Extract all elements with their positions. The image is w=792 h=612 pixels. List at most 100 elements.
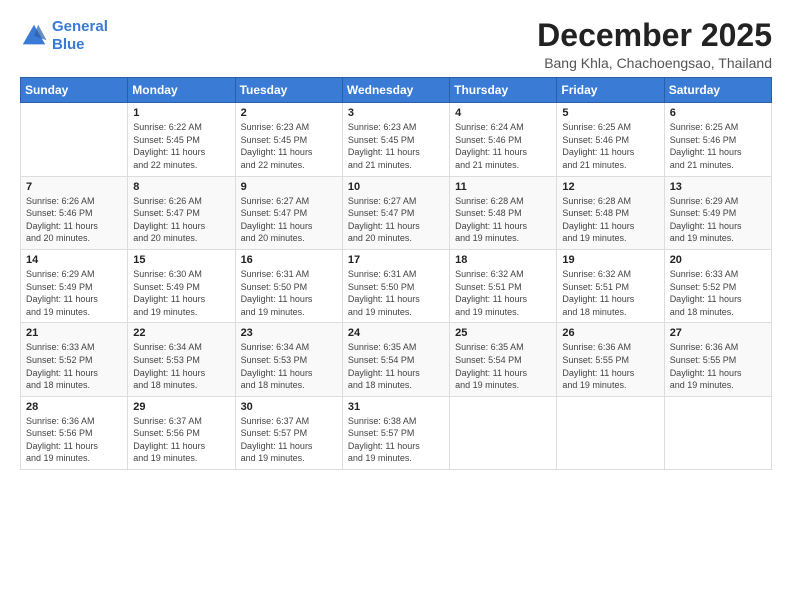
day-number: 9: [241, 181, 337, 193]
calendar-cell: 5Sunrise: 6:25 AM Sunset: 5:46 PM Daylig…: [557, 103, 664, 176]
calendar-cell: 26 Sunrise: 6:36 AM Sunset: 5:55 PM Dayli…: [557, 323, 664, 396]
calendar-cell: 18 Sunrise: 6:32 AM Sunset: 5:51 PM Dayli…: [450, 249, 557, 322]
calendar-cell: 11 Sunrise: 6:28 AM Sunset: 5:48 PM Dayli…: [450, 176, 557, 249]
day-number: 2: [241, 107, 337, 119]
day-info: Sunrise: 6:33 AM Sunset: 5:52 PM Dayligh…: [670, 268, 766, 318]
day-info: Sunrise: 6:36 AM Sunset: 5:55 PM Dayligh…: [670, 341, 766, 391]
day-info: Sunrise: 6:23 AM Sunset: 5:45 PM Dayligh…: [241, 121, 337, 171]
day-number: 20: [670, 254, 766, 266]
calendar-cell: 14Sunrise: 6:29 AM Sunset: 5:49 PM Dayli…: [21, 249, 128, 322]
calendar-cell: [450, 396, 557, 469]
calendar-cell: 29 Sunrise: 6:37 AM Sunset: 5:56 PM Dayli…: [128, 396, 235, 469]
logo-line1: General: [52, 18, 108, 35]
logo-text: General Blue: [52, 18, 108, 54]
calendar: Sunday Monday Tuesday Wednesday Thursday…: [20, 77, 772, 470]
col-sunday: Sunday: [21, 78, 128, 103]
day-number: 22: [133, 327, 229, 339]
day-info: Sunrise: 6:29 AM Sunset: 5:49 PM Dayligh…: [670, 195, 766, 245]
logo-icon: [20, 22, 48, 50]
calendar-week-3: 14Sunrise: 6:29 AM Sunset: 5:49 PM Dayli…: [21, 249, 772, 322]
day-number: 27: [670, 327, 766, 339]
calendar-cell: 2 Sunrise: 6:23 AM Sunset: 5:45 PM Daylig…: [235, 103, 342, 176]
day-number: 29: [133, 401, 229, 413]
day-number: 10: [348, 181, 444, 193]
calendar-cell: 13 Sunrise: 6:29 AM Sunset: 5:49 PM Dayli…: [664, 176, 771, 249]
col-thursday: Thursday: [450, 78, 557, 103]
day-info: Sunrise: 6:30 AM Sunset: 5:49 PM Dayligh…: [133, 268, 229, 318]
day-info: Sunrise: 6:32 AM Sunset: 5:51 PM Dayligh…: [562, 268, 658, 318]
calendar-cell: 12Sunrise: 6:28 AM Sunset: 5:48 PM Dayli…: [557, 176, 664, 249]
calendar-cell: 20 Sunrise: 6:33 AM Sunset: 5:52 PM Dayli…: [664, 249, 771, 322]
calendar-cell: 9Sunrise: 6:27 AM Sunset: 5:47 PM Daylig…: [235, 176, 342, 249]
day-info: Sunrise: 6:31 AM Sunset: 5:50 PM Dayligh…: [348, 268, 444, 318]
day-number: 15: [133, 254, 229, 266]
day-info: Sunrise: 6:32 AM Sunset: 5:51 PM Dayligh…: [455, 268, 551, 318]
col-monday: Monday: [128, 78, 235, 103]
day-number: 11: [455, 181, 551, 193]
day-number: 26: [562, 327, 658, 339]
day-number: 3: [348, 107, 444, 119]
day-info: Sunrise: 6:25 AM Sunset: 5:46 PM Dayligh…: [562, 121, 658, 171]
title-area: December 2025 Bang Khla, Chachoengsao, T…: [537, 18, 772, 71]
day-number: 1: [133, 107, 229, 119]
day-info: Sunrise: 6:25 AM Sunset: 5:46 PM Dayligh…: [670, 121, 766, 171]
calendar-cell: 7 Sunrise: 6:26 AM Sunset: 5:46 PM Daylig…: [21, 176, 128, 249]
day-number: 6: [670, 107, 766, 119]
day-info: Sunrise: 6:24 AM Sunset: 5:46 PM Dayligh…: [455, 121, 551, 171]
day-info: Sunrise: 6:36 AM Sunset: 5:56 PM Dayligh…: [26, 415, 122, 465]
calendar-header-row: Sunday Monday Tuesday Wednesday Thursday…: [21, 78, 772, 103]
calendar-week-5: 28 Sunrise: 6:36 AM Sunset: 5:56 PM Dayli…: [21, 396, 772, 469]
calendar-week-2: 7 Sunrise: 6:26 AM Sunset: 5:46 PM Daylig…: [21, 176, 772, 249]
day-number: 23: [241, 327, 337, 339]
calendar-cell: 16 Sunrise: 6:31 AM Sunset: 5:50 PM Dayli…: [235, 249, 342, 322]
day-info: Sunrise: 6:26 AM Sunset: 5:46 PM Dayligh…: [26, 195, 122, 245]
col-saturday: Saturday: [664, 78, 771, 103]
day-info: Sunrise: 6:35 AM Sunset: 5:54 PM Dayligh…: [455, 341, 551, 391]
day-info: Sunrise: 6:23 AM Sunset: 5:45 PM Dayligh…: [348, 121, 444, 171]
col-friday: Friday: [557, 78, 664, 103]
calendar-cell: 22Sunrise: 6:34 AM Sunset: 5:53 PM Dayli…: [128, 323, 235, 396]
day-info: Sunrise: 6:27 AM Sunset: 5:47 PM Dayligh…: [348, 195, 444, 245]
calendar-cell: 3 Sunrise: 6:23 AM Sunset: 5:45 PM Daylig…: [342, 103, 449, 176]
calendar-cell: 4 Sunrise: 6:24 AM Sunset: 5:46 PM Daylig…: [450, 103, 557, 176]
calendar-cell: 28 Sunrise: 6:36 AM Sunset: 5:56 PM Dayli…: [21, 396, 128, 469]
col-wednesday: Wednesday: [342, 78, 449, 103]
day-number: 8: [133, 181, 229, 193]
calendar-cell: 30Sunrise: 6:37 AM Sunset: 5:57 PM Dayli…: [235, 396, 342, 469]
day-number: 4: [455, 107, 551, 119]
day-number: 28: [26, 401, 122, 413]
calendar-cell: 27 Sunrise: 6:36 AM Sunset: 5:55 PM Dayli…: [664, 323, 771, 396]
subtitle: Bang Khla, Chachoengsao, Thailand: [537, 55, 772, 71]
day-number: 25: [455, 327, 551, 339]
calendar-cell: 15 Sunrise: 6:30 AM Sunset: 5:49 PM Dayli…: [128, 249, 235, 322]
calendar-cell: [21, 103, 128, 176]
day-number: 19: [562, 254, 658, 266]
day-info: Sunrise: 6:31 AM Sunset: 5:50 PM Dayligh…: [241, 268, 337, 318]
day-info: Sunrise: 6:35 AM Sunset: 5:54 PM Dayligh…: [348, 341, 444, 391]
day-info: Sunrise: 6:29 AM Sunset: 5:49 PM Dayligh…: [26, 268, 122, 318]
day-info: Sunrise: 6:34 AM Sunset: 5:53 PM Dayligh…: [241, 341, 337, 391]
day-number: 7: [26, 181, 122, 193]
day-number: 16: [241, 254, 337, 266]
day-number: 24: [348, 327, 444, 339]
calendar-cell: [557, 396, 664, 469]
calendar-cell: 8Sunrise: 6:26 AM Sunset: 5:47 PM Daylig…: [128, 176, 235, 249]
calendar-cell: 19 Sunrise: 6:32 AM Sunset: 5:51 PM Dayli…: [557, 249, 664, 322]
page: General Blue December 2025 Bang Khla, Ch…: [0, 0, 792, 480]
day-number: 31: [348, 401, 444, 413]
day-number: 18: [455, 254, 551, 266]
calendar-cell: [664, 396, 771, 469]
day-info: Sunrise: 6:28 AM Sunset: 5:48 PM Dayligh…: [562, 195, 658, 245]
day-info: Sunrise: 6:28 AM Sunset: 5:48 PM Dayligh…: [455, 195, 551, 245]
calendar-cell: 23 Sunrise: 6:34 AM Sunset: 5:53 PM Dayli…: [235, 323, 342, 396]
calendar-cell: 10 Sunrise: 6:27 AM Sunset: 5:47 PM Dayli…: [342, 176, 449, 249]
calendar-week-4: 21Sunrise: 6:33 AM Sunset: 5:52 PM Dayli…: [21, 323, 772, 396]
calendar-cell: 21Sunrise: 6:33 AM Sunset: 5:52 PM Dayli…: [21, 323, 128, 396]
day-info: Sunrise: 6:37 AM Sunset: 5:57 PM Dayligh…: [241, 415, 337, 465]
day-number: 13: [670, 181, 766, 193]
day-info: Sunrise: 6:36 AM Sunset: 5:55 PM Dayligh…: [562, 341, 658, 391]
calendar-cell: 1Sunrise: 6:22 AM Sunset: 5:45 PM Daylig…: [128, 103, 235, 176]
day-info: Sunrise: 6:37 AM Sunset: 5:56 PM Dayligh…: [133, 415, 229, 465]
col-tuesday: Tuesday: [235, 78, 342, 103]
calendar-cell: 24 Sunrise: 6:35 AM Sunset: 5:54 PM Dayli…: [342, 323, 449, 396]
